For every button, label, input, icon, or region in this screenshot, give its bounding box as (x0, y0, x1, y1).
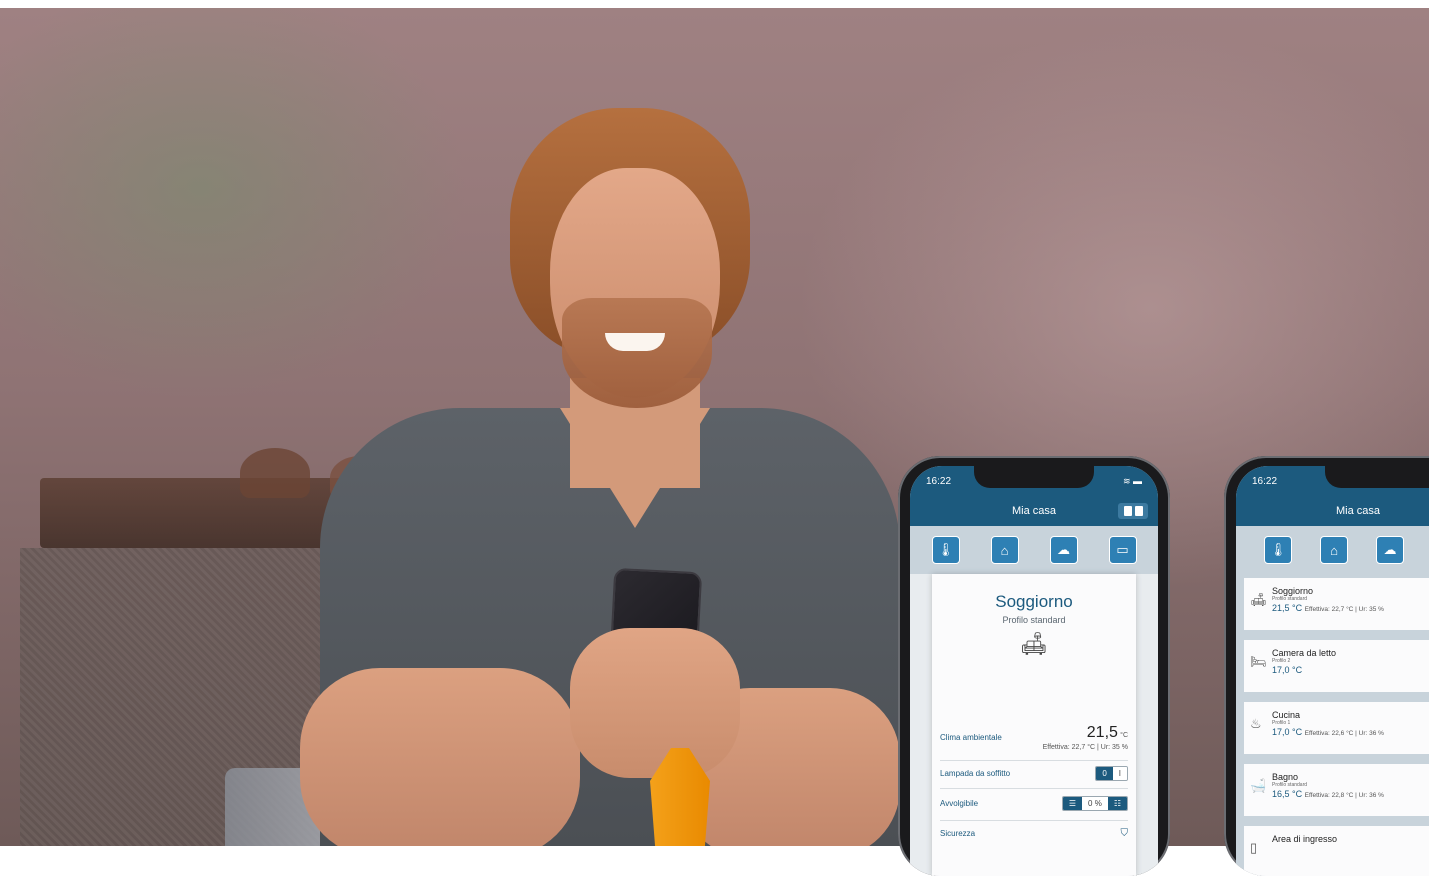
phone-notch (1324, 466, 1429, 488)
room-effective: Effettiva: 22,7 °C | Ur: 35 % (1304, 606, 1384, 613)
tile-view-icon (1134, 506, 1143, 516)
lampada-label: Lampada da soffitto (940, 769, 1011, 778)
category-icon-row: 🌡 ⌂ ☁ ▭ (910, 526, 1158, 574)
room-title: Soggiorno (995, 592, 1073, 611)
room-name: Camera da letto (1272, 648, 1337, 658)
room-info: Bagno Profilo standard 16,5 °C Effettiva… (1272, 772, 1384, 799)
smile (605, 333, 665, 351)
house-icon[interactable]: ⌂ (990, 536, 1019, 564)
room-temp-line: 17,0 °C Effettiva: 22,6 °C | Ur: 36 % (1272, 727, 1384, 737)
room-profile: Profilo standard (1272, 596, 1308, 602)
clima-effective: Effettiva: 22,7 °C | Ur: 35 % (1042, 744, 1128, 751)
clima-value: 21,5 (1086, 724, 1118, 741)
clima-unit: °C (1120, 732, 1128, 739)
window-icon[interactable]: ▭ (1108, 536, 1137, 564)
list-item-soggiorno[interactable]: 🛋 Soggiorno Profilo standard 21,5 °C Eff… (1244, 578, 1429, 630)
room-temp-line: 17,0 °C (1272, 665, 1336, 675)
lampada-switch[interactable]: 0 I (1095, 766, 1128, 781)
status-time: 16:22 (926, 475, 952, 487)
nav-bar: Mia casa (910, 496, 1158, 526)
bed-icon: 🛏 (1250, 654, 1267, 669)
room-profile: Profilo standard (1002, 615, 1066, 625)
room-name: Bagno (1272, 772, 1299, 782)
sicurezza-label: Sicurezza (940, 829, 976, 838)
room-info: Area di ingresso (1272, 834, 1337, 844)
lampada-off-button[interactable]: 0 (1096, 767, 1113, 780)
divider (940, 820, 1128, 821)
room-temp: 17,0 °C (1272, 727, 1303, 737)
smiling-man (300, 108, 900, 846)
room-profile: Profilo standard (1272, 782, 1308, 788)
room-temp: 21,5 °C (1272, 603, 1303, 613)
avvolgibile-control[interactable]: ☰ 0 % ☷ (1061, 796, 1128, 811)
left-arm (300, 668, 580, 846)
room-name: Soggiorno (1272, 586, 1314, 596)
room-temp: 17,0 °C (1272, 665, 1303, 675)
blinds-up-icon[interactable]: ☷ (1107, 797, 1127, 810)
blinds-down-icon[interactable]: ☰ (1062, 797, 1083, 810)
room-profile: Profilo 2 (1272, 658, 1291, 664)
avvolgibile-value: 0 % (1082, 797, 1108, 810)
room-info: Soggiorno Profilo standard 21,5 °C Effet… (1272, 586, 1384, 613)
divider (940, 788, 1128, 789)
divider (940, 760, 1128, 761)
status-icons: ≋ ▬ (1122, 475, 1142, 486)
nav-bar: Mia casa (1236, 496, 1429, 526)
room-temp: 16,5 °C (1272, 789, 1303, 799)
sofa-icon: 🛋 (1020, 631, 1048, 656)
beard (562, 298, 712, 408)
sicurezza-row[interactable]: Sicurezza ⛉ (940, 828, 1128, 839)
shield-icon: ⛉ (1120, 828, 1129, 839)
list-item-ingresso[interactable]: ▯ Area di ingresso (1244, 826, 1429, 876)
cloud-icon[interactable]: ☁ (1049, 536, 1078, 564)
door-icon: ▯ (1250, 840, 1258, 855)
list-item-bagno[interactable]: 🛁 Bagno Profilo standard 16,5 °C Effetti… (1244, 764, 1429, 816)
nav-title: Mia casa (1336, 505, 1381, 517)
room-temp-line: 21,5 °C Effettiva: 22,7 °C | Ur: 35 % (1272, 603, 1384, 613)
room-info: Camera da letto Profilo 2 17,0 °C (1272, 648, 1336, 675)
avvolgibile-row: Avvolgibile ☰ 0 % ☷ (940, 796, 1128, 811)
thermometer-icon[interactable]: 🌡 (1264, 536, 1292, 564)
room-info: Cucina Profilo 1 17,0 °C Effettiva: 22,6… (1272, 710, 1384, 737)
cooking-pot-icon: ♨ (1250, 716, 1262, 731)
status-time: 16:22 (1252, 475, 1278, 487)
cloud-icon[interactable]: ☁ (1376, 536, 1404, 564)
room-list: 🛋 Soggiorno Profilo standard 21,5 °C Eff… (1236, 574, 1429, 876)
avvolgibile-label: Avvolgibile (940, 799, 979, 808)
clima-row[interactable]: Clima ambientale 21,5 °C Effettiva: 22,7… (940, 724, 1128, 751)
phone-notch (974, 466, 1094, 488)
room-card: Soggiorno Profilo standard 🛋 Clima ambie… (932, 574, 1136, 876)
list-item-cucina[interactable]: ♨ Cucina Profilo 1 17,0 °C Effettiva: 22… (1244, 702, 1429, 754)
house-icon[interactable]: ⌂ (1320, 536, 1348, 564)
room-effective: Effettiva: 22,8 °C | Ur: 36 % (1304, 792, 1384, 799)
list-item-camera[interactable]: 🛏 Camera da letto Profilo 2 17,0 °C (1244, 640, 1429, 692)
bathtub-icon: 🛁 (1250, 778, 1267, 793)
lampada-row: Lampada da soffitto 0 I (940, 766, 1128, 781)
room-profile: Profilo 1 (1272, 720, 1291, 726)
hand (570, 628, 740, 778)
sofa-icon: 🛋 (1250, 592, 1267, 607)
phone-room-detail: 16:22 ≋ ▬ Mia casa 🌡 ⌂ ☁ ▭ Soggiorno Pro… (898, 456, 1170, 876)
category-icon-row: 🌡 ⌂ ☁ (1236, 526, 1429, 574)
thermometer-icon[interactable]: 🌡 (931, 536, 960, 564)
room-name: Area di ingresso (1272, 834, 1338, 844)
clima-values: 21,5 °C Effettiva: 22,7 °C | Ur: 35 % (1043, 724, 1128, 751)
room-name: Cucina (1272, 710, 1301, 720)
room-effective: Effettiva: 22,6 °C | Ur: 36 % (1304, 730, 1384, 737)
phone-screen: 16:22 Mia casa 🌡 ⌂ ☁ 🛋 Soggiorno Profilo… (1236, 466, 1429, 876)
phone-screen: 16:22 ≋ ▬ Mia casa 🌡 ⌂ ☁ ▭ Soggiorno Pro… (910, 466, 1158, 876)
view-toggle-button[interactable] (1118, 503, 1148, 519)
background-photo (0, 8, 1429, 846)
lampada-on-button[interactable]: I (1112, 767, 1127, 780)
list-view-icon (1123, 506, 1132, 516)
phone-room-list: 16:22 Mia casa 🌡 ⌂ ☁ 🛋 Soggiorno Profilo… (1224, 456, 1429, 876)
room-temp-line: 16,5 °C Effettiva: 22,8 °C | Ur: 36 % (1272, 789, 1384, 799)
nav-title: Mia casa (1011, 505, 1057, 517)
clima-label: Clima ambientale (940, 733, 1002, 742)
